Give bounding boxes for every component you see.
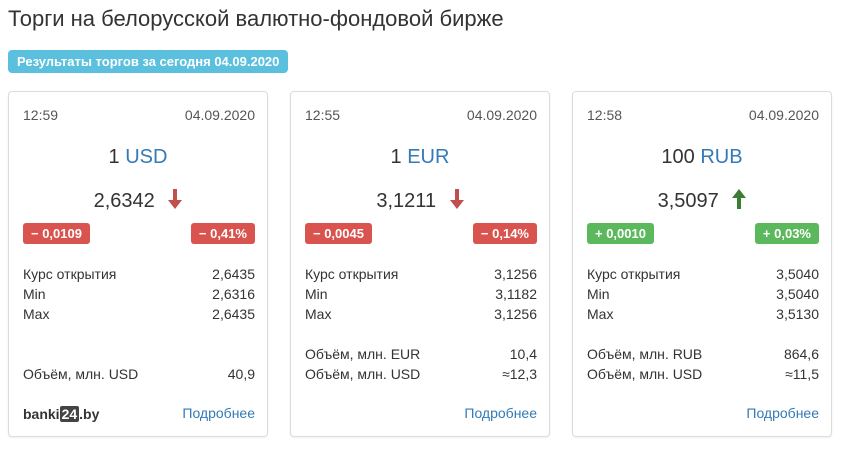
volume-usd-row: Объём, млн. USD ≈11,5	[587, 366, 819, 386]
open-rate-row: Курс открытия 3,1256	[305, 266, 537, 286]
volume-usd-label: Объём, млн. USD	[23, 366, 139, 382]
volume-rub-label: Объём, млн. RUB	[587, 346, 703, 362]
max-label: Max	[587, 306, 614, 322]
min-value: 3,5040	[776, 286, 819, 302]
max-value: 2,6435	[212, 306, 255, 322]
date-badge: Результаты торгов за сегодня 04.09.2020	[8, 50, 289, 73]
volume-rub-row: Объём, млн. RUB 864,6	[587, 346, 819, 366]
max-label: Max	[23, 306, 50, 322]
rate-value: 3,1211	[376, 190, 437, 212]
volume-eur-value: 10,4	[509, 346, 537, 362]
max-row: Max 3,1256	[305, 306, 537, 326]
change-percent-badge: + 0,03%	[754, 223, 819, 244]
volume-usd-label: Объём, млн. USD	[305, 366, 421, 382]
max-row: Max 3,5130	[587, 306, 819, 326]
volume-eur-row: Объём, млн. EUR 10,4	[305, 346, 537, 366]
trade-time: 12:59	[23, 107, 59, 123]
min-row: Min 2,6316	[23, 286, 255, 306]
min-label: Min	[305, 286, 328, 302]
min-label: Min	[587, 286, 610, 302]
volume-usd-value: ≈11,5	[785, 366, 819, 382]
min-label: Min	[23, 286, 46, 302]
currency-card-eur: 12:55 04.09.2020 1 EUR 3,1211 − 0,0045 −…	[290, 91, 550, 437]
currency-code: RUB	[700, 146, 743, 168]
currency-amount: 1	[108, 146, 120, 168]
currency-title: 1 USD	[9, 146, 267, 169]
min-value: 2,6316	[212, 286, 255, 302]
trade-date: 04.09.2020	[466, 107, 537, 123]
currency-card-rub: 12:58 04.09.2020 100 RUB 3,5097 + 0,0010…	[572, 91, 832, 437]
open-rate-value: 2,6435	[212, 266, 255, 282]
open-rate-label: Курс открытия	[305, 266, 399, 282]
logo-prefix: banki	[23, 406, 60, 422]
page-title: Торги на белорусской валютно-фондовой би…	[8, 6, 504, 31]
arrow-down-icon	[168, 189, 183, 215]
open-rate-row: Курс открытия 2,6435	[23, 266, 255, 286]
change-absolute-badge: − 0,0109	[23, 223, 90, 244]
change-absolute-badge: − 0,0045	[305, 223, 372, 244]
rate-value: 2,6342	[93, 190, 155, 212]
min-row: Min 3,1182	[305, 286, 537, 306]
volume-usd-row: Объём, млн. USD 40,9	[23, 366, 255, 386]
rate-line: 2,6342	[9, 189, 267, 215]
more-details-link[interactable]: Подробнее	[464, 405, 537, 421]
volume-usd-label: Объём, млн. USD	[587, 366, 703, 382]
open-rate-row: Курс открытия 3,5040	[587, 266, 819, 286]
volume-usd-value: ≈12,3	[502, 366, 537, 382]
logo-suffix: .by	[79, 406, 100, 422]
rate-line: 3,1211	[291, 189, 549, 215]
trade-date: 04.09.2020	[184, 107, 255, 123]
trade-time: 12:58	[587, 107, 623, 123]
currency-amount: 1	[390, 146, 402, 168]
volume-eur-label: Объём, млн. EUR	[305, 346, 421, 362]
currency-code: EUR	[407, 146, 450, 168]
change-percent-badge: − 0,41%	[190, 223, 255, 244]
min-row: Min 3,5040	[587, 286, 819, 306]
rate-value: 3,5097	[657, 190, 719, 212]
open-rate-value: 3,1256	[494, 266, 537, 282]
rate-line: 3,5097	[573, 189, 831, 215]
currency-title: 100 RUB	[573, 146, 831, 169]
currency-amount: 100	[661, 146, 695, 168]
arrow-up-icon	[732, 189, 747, 215]
banki24-logo[interactable]: banki 24 .by	[23, 406, 99, 422]
open-rate-label: Курс открытия	[23, 266, 117, 282]
open-rate-label: Курс открытия	[587, 266, 681, 282]
max-value: 3,1256	[494, 306, 537, 322]
currency-card-usd: 12:59 04.09.2020 1 USD 2,6342 − 0,0109 −…	[8, 91, 268, 437]
max-value: 3,5130	[776, 306, 819, 322]
max-row: Max 2,6435	[23, 306, 255, 326]
logo-box: 24	[59, 406, 80, 422]
currency-code: USD	[125, 146, 168, 168]
open-rate-value: 3,5040	[776, 266, 819, 282]
trade-date: 04.09.2020	[748, 107, 819, 123]
change-percent-badge: − 0,14%	[472, 223, 537, 244]
currency-title: 1 EUR	[291, 146, 549, 169]
change-absolute-badge: + 0,0010	[587, 223, 654, 244]
arrow-down-icon	[449, 189, 464, 215]
volume-rub-value: 864,6	[783, 346, 819, 362]
max-label: Max	[305, 306, 332, 322]
min-value: 3,1182	[495, 286, 537, 302]
trade-time: 12:55	[305, 107, 341, 123]
volume-usd-value: 40,9	[227, 366, 255, 382]
more-details-link[interactable]: Подробнее	[746, 405, 819, 421]
more-details-link[interactable]: Подробнее	[182, 405, 255, 421]
volume-usd-row: Объём, млн. USD ≈12,3	[305, 366, 537, 386]
